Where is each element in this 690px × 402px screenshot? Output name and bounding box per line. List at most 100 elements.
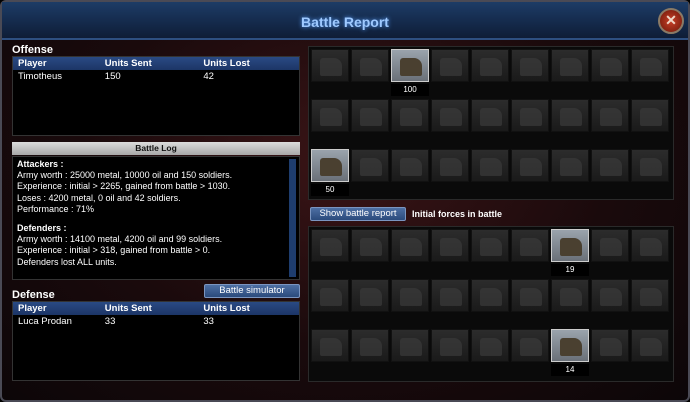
unit-slot[interactable] (311, 229, 349, 262)
unit-slot[interactable] (591, 49, 629, 82)
unit-slot[interactable] (471, 229, 509, 262)
unit-slot[interactable] (311, 49, 349, 82)
attacker-units-grid: 100 50 (308, 46, 674, 200)
unit-silhouette-icon (440, 288, 462, 306)
unit-silhouette-icon (600, 58, 622, 76)
unit-silhouette-icon (320, 238, 342, 256)
unit-slot[interactable] (431, 49, 469, 82)
unit-slot[interactable] (631, 279, 669, 312)
unit-slot[interactable] (351, 229, 389, 262)
unit-slot[interactable] (631, 329, 669, 362)
table-row[interactable]: Luca Prodan 33 33 (13, 315, 299, 329)
unit-silhouette-icon (640, 158, 662, 176)
unit-silhouette-icon (360, 288, 382, 306)
unit-count: 19 (551, 264, 589, 276)
unit-slot[interactable] (511, 229, 549, 262)
unit-silhouette-icon (480, 58, 502, 76)
unit-slot[interactable] (431, 149, 469, 182)
table-row[interactable]: Timotheus 150 42 (13, 70, 299, 84)
battle-report-window: Battle Report ✕ Offense Player Units Sen… (0, 0, 690, 402)
unit-slot[interactable] (311, 99, 349, 132)
unit-silhouette-icon (520, 288, 542, 306)
unit-slot[interactable] (511, 329, 549, 362)
unit-slot[interactable] (551, 99, 589, 132)
unit-slot[interactable] (351, 149, 389, 182)
unit-slot[interactable] (391, 99, 429, 132)
close-button[interactable]: ✕ (658, 8, 684, 34)
unit-slot[interactable] (511, 99, 549, 132)
unit-silhouette-icon (600, 158, 622, 176)
unit-slot[interactable] (551, 149, 589, 182)
title-bar: Battle Report ✕ (2, 2, 688, 40)
unit-silhouette-icon (400, 158, 422, 176)
soldier-icon (400, 58, 422, 76)
unit-slot[interactable] (511, 149, 549, 182)
unit-slot[interactable] (431, 329, 469, 362)
unit-silhouette-icon (440, 158, 462, 176)
unit-slot[interactable] (431, 279, 469, 312)
unit-slot[interactable] (631, 99, 669, 132)
unit-silhouette-icon (400, 288, 422, 306)
unit-slot[interactable] (591, 149, 629, 182)
unit-silhouette-icon (320, 338, 342, 356)
unit-silhouette-icon (600, 288, 622, 306)
unit-silhouette-icon (520, 58, 542, 76)
header-player: Player (18, 58, 47, 69)
offense-table: Player Units Sent Units Lost Timotheus 1… (12, 56, 300, 136)
unit-silhouette-icon (520, 108, 542, 126)
unit-slot[interactable] (391, 149, 429, 182)
unit-slot[interactable] (391, 279, 429, 312)
unit-slot-active[interactable] (391, 49, 429, 82)
unit-silhouette-icon (640, 108, 662, 126)
unit-slot-active[interactable] (311, 149, 349, 182)
unit-slot[interactable] (431, 229, 469, 262)
unit-slot[interactable] (471, 329, 509, 362)
unit-silhouette-icon (320, 58, 342, 76)
unit-slot[interactable] (591, 99, 629, 132)
unit-slot[interactable] (471, 279, 509, 312)
unit-slot[interactable] (551, 49, 589, 82)
unit-slot[interactable] (351, 329, 389, 362)
unit-slot[interactable] (511, 279, 549, 312)
unit-silhouette-icon (560, 158, 582, 176)
unit-silhouette-icon (480, 338, 502, 356)
rifleman-icon (320, 158, 342, 176)
unit-slot[interactable] (351, 99, 389, 132)
unit-silhouette-icon (560, 58, 582, 76)
unit-slot[interactable] (631, 229, 669, 262)
unit-slot[interactable] (431, 99, 469, 132)
unit-slot[interactable] (631, 149, 669, 182)
log-line: Experience : initial > 318, gained from … (17, 245, 211, 256)
battle-simulator-button[interactable]: Battle simulator (204, 284, 300, 298)
unit-slot-active[interactable] (551, 229, 589, 262)
unit-slot[interactable] (591, 229, 629, 262)
unit-silhouette-icon (440, 58, 462, 76)
tank-icon (560, 238, 582, 256)
unit-slot[interactable] (471, 49, 509, 82)
unit-slot[interactable] (591, 329, 629, 362)
log-line: Defenders : (17, 223, 67, 234)
unit-slot[interactable] (511, 49, 549, 82)
show-battle-report-button[interactable]: Show battle report (310, 207, 406, 221)
unit-slot[interactable] (471, 99, 509, 132)
unit-count: 50 (311, 184, 349, 196)
unit-slot-active[interactable] (551, 329, 589, 362)
unit-slot[interactable] (591, 279, 629, 312)
unit-slot[interactable] (351, 49, 389, 82)
unit-slot[interactable] (551, 279, 589, 312)
unit-slot[interactable] (391, 329, 429, 362)
unit-silhouette-icon (480, 158, 502, 176)
header-units-sent: Units Sent (104, 58, 152, 69)
unit-silhouette-icon (520, 238, 542, 256)
log-line: Experience : initial > 2265, gained from… (17, 181, 231, 192)
unit-slot[interactable] (471, 149, 509, 182)
unit-slot[interactable] (631, 49, 669, 82)
unit-slot[interactable] (351, 279, 389, 312)
log-line: Loses : 4200 metal, 0 oil and 42 soldier… (17, 192, 181, 203)
log-scrollbar[interactable] (289, 159, 296, 277)
unit-silhouette-icon (560, 288, 582, 306)
battle-log: Attackers : Army worth : 25000 metal, 10… (12, 156, 300, 280)
unit-slot[interactable] (311, 329, 349, 362)
unit-slot[interactable] (311, 279, 349, 312)
unit-slot[interactable] (391, 229, 429, 262)
